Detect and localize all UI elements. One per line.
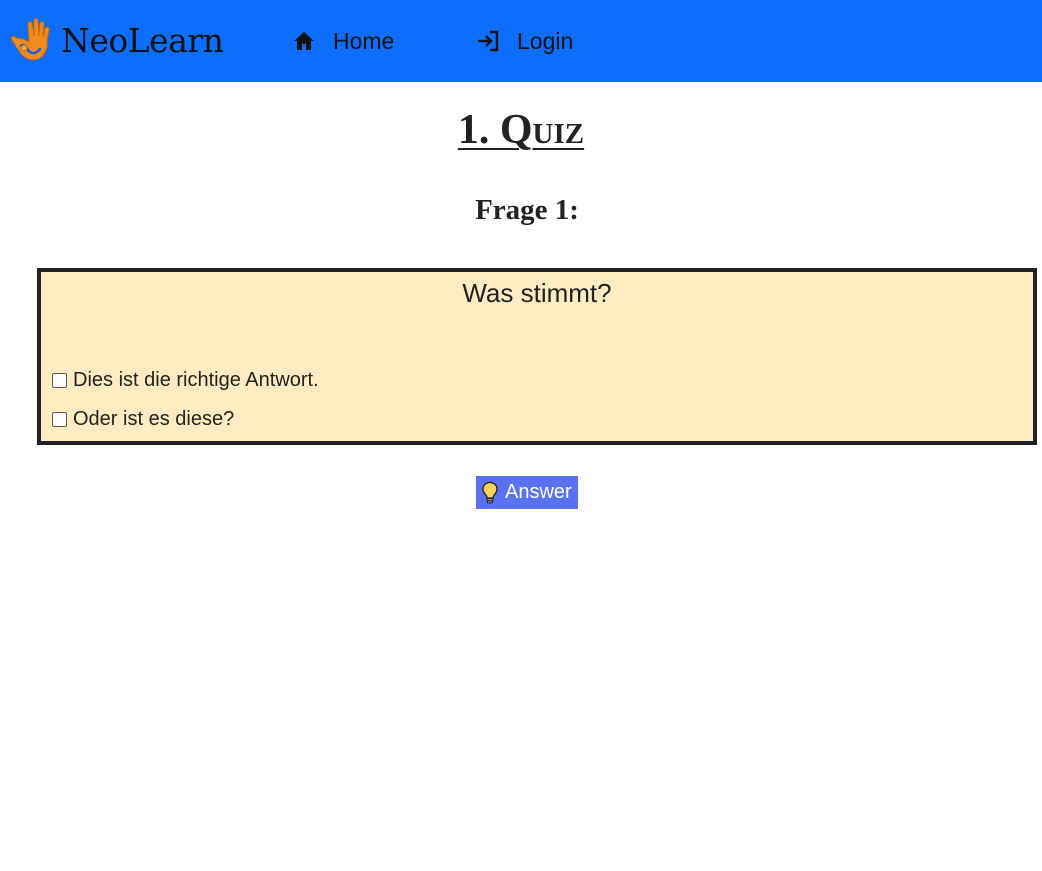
nav-item-login[interactable]: Login: [476, 24, 573, 58]
home-icon: [294, 32, 314, 50]
hand-logo-icon: [10, 18, 50, 61]
answer-button-label: Answer: [505, 481, 572, 503]
answer-option[interactable]: Oder ist es diese?: [52, 407, 234, 431]
page-title-text: 1. Quiz: [457, 107, 585, 153]
brand-name: NeoLearn: [61, 21, 224, 60]
answer-checkbox[interactable]: [52, 411, 67, 427]
answer-checkbox[interactable]: [52, 372, 67, 388]
question-text: Was stimmt?: [462, 278, 612, 308]
answer-option[interactable]: Dies ist die richtige Antwort.: [52, 368, 319, 392]
nav-item-home[interactable]: Home: [292, 24, 394, 58]
nav-item-home-label: Home: [333, 27, 395, 54]
navbar: NeoLearn Home Login: [0, 0, 1042, 82]
question-number: Frage 1:: [475, 194, 579, 226]
nav-item-login-label: Login: [517, 27, 574, 54]
answer-option-label: Oder ist es diese?: [73, 407, 235, 430]
brand[interactable]: NeoLearn: [7, 16, 224, 66]
lightbulb-icon: [482, 481, 498, 504]
page-title: 1. Quiz: [0, 104, 1042, 156]
answer-option-label: Dies ist die richtige Antwort.: [73, 368, 319, 391]
answer-button[interactable]: Answer: [476, 476, 578, 509]
login-icon: [478, 30, 499, 52]
quiz-box: Was stimmt? Dies ist die richtige Antwor…: [37, 268, 1037, 445]
